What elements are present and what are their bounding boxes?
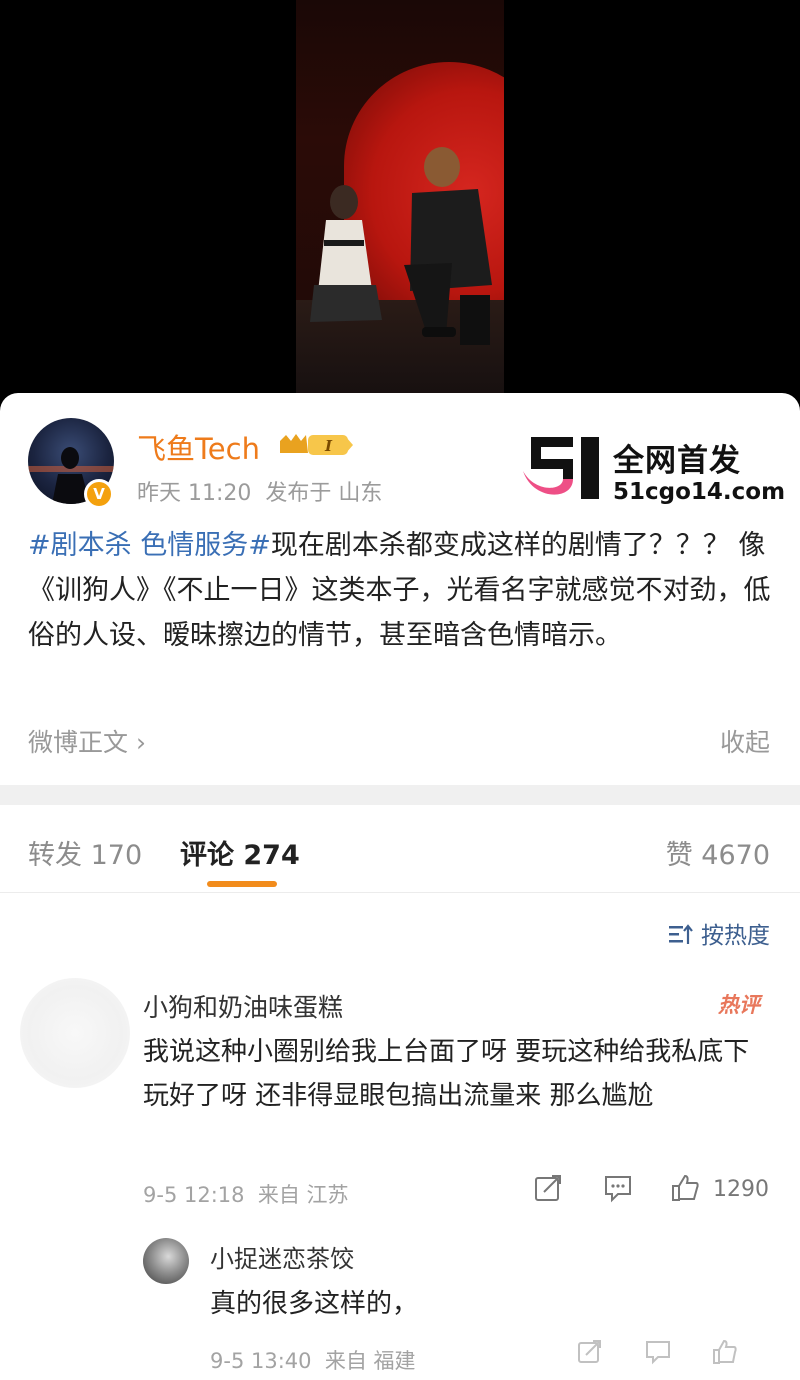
reply-location: 来自 福建 (324, 1349, 416, 1373)
sort-by-hot-button[interactable]: 按热度 (669, 916, 770, 950)
watermark-url: 51cgo14.com (613, 479, 786, 505)
post-card: V 飞鱼Tech I 昨天 11:20 发布于 山东 全网首发 51cgo14.… (0, 393, 800, 1380)
reply-time: 9-5 13:40 (210, 1349, 312, 1373)
post-body: #剧本杀 色情服务#现在剧本杀都变成这样的剧情了？？？ 像《训狗人》《不止一日》… (28, 523, 772, 658)
share-icon[interactable] (533, 1173, 563, 1203)
sort-label: 按热度 (701, 923, 770, 949)
author-name[interactable]: 飞鱼Tech (137, 426, 260, 468)
tab-likes[interactable]: 赞 4670 (666, 833, 770, 872)
reply-comment-icon[interactable] (645, 1339, 671, 1365)
collapse-button[interactable]: 收起 (720, 723, 770, 759)
comment-text: 我说这种小圈别给我上台面了呀 要玩这种给我私底下玩好了呀 还非得显眼包搞出流量来… (143, 1037, 750, 1111)
comment-time: 9-5 12:18 (143, 1183, 245, 1207)
comment-meta: 9-5 12:18 来自 江苏 (143, 1179, 349, 1209)
watermark-title: 全网首发 (613, 443, 741, 479)
active-tab-indicator (207, 881, 277, 887)
comment-location: 来自 江苏 (257, 1183, 349, 1207)
like-thumb-icon[interactable] (670, 1173, 700, 1203)
commenter-avatar[interactable] (20, 978, 130, 1088)
sort-icon (669, 924, 693, 944)
reply-author-name[interactable]: 小捉迷恋茶饺 (210, 1239, 354, 1274)
commenter-name[interactable]: 小狗和奶油味蛋糕 (143, 988, 343, 1024)
reply-text: 真的很多这样的， (210, 1289, 419, 1319)
reply-meta: 9-5 13:40 来自 福建 (210, 1345, 416, 1375)
post-image-area[interactable] (0, 0, 800, 400)
photo-figure-kneeling (310, 185, 382, 322)
like-count: 1290 (713, 1177, 769, 1202)
vip-crown-badge-icon: I (280, 434, 353, 455)
verified-badge-icon: V (84, 479, 114, 509)
reply-like-icon[interactable] (712, 1339, 738, 1365)
section-divider (0, 785, 800, 805)
comment-icon[interactable] (603, 1173, 633, 1203)
hashtag-link[interactable]: #剧本杀 色情服务# (28, 530, 271, 561)
tab-repost[interactable]: 转发 170 (28, 833, 142, 872)
interaction-tabs: 转发 170 评论 274 赞 4670 (0, 805, 800, 893)
post-photo[interactable] (296, 0, 504, 395)
post-meta: 昨天 11:20 发布于 山东 (137, 475, 382, 507)
photo-figure-seated (404, 147, 492, 345)
watermark-logo-icon (523, 437, 599, 499)
svg-text:I: I (324, 437, 333, 455)
hot-comment-badge: 热评 (718, 993, 760, 1017)
tab-comments[interactable]: 评论 274 (180, 833, 300, 872)
post-location: 发布于 山东 (265, 481, 383, 506)
view-original-post-link[interactable]: 微博正文 › (28, 723, 146, 759)
reply-avatar[interactable] (143, 1238, 189, 1284)
post-time: 昨天 11:20 (137, 481, 252, 506)
reply-share-icon[interactable] (577, 1339, 603, 1365)
